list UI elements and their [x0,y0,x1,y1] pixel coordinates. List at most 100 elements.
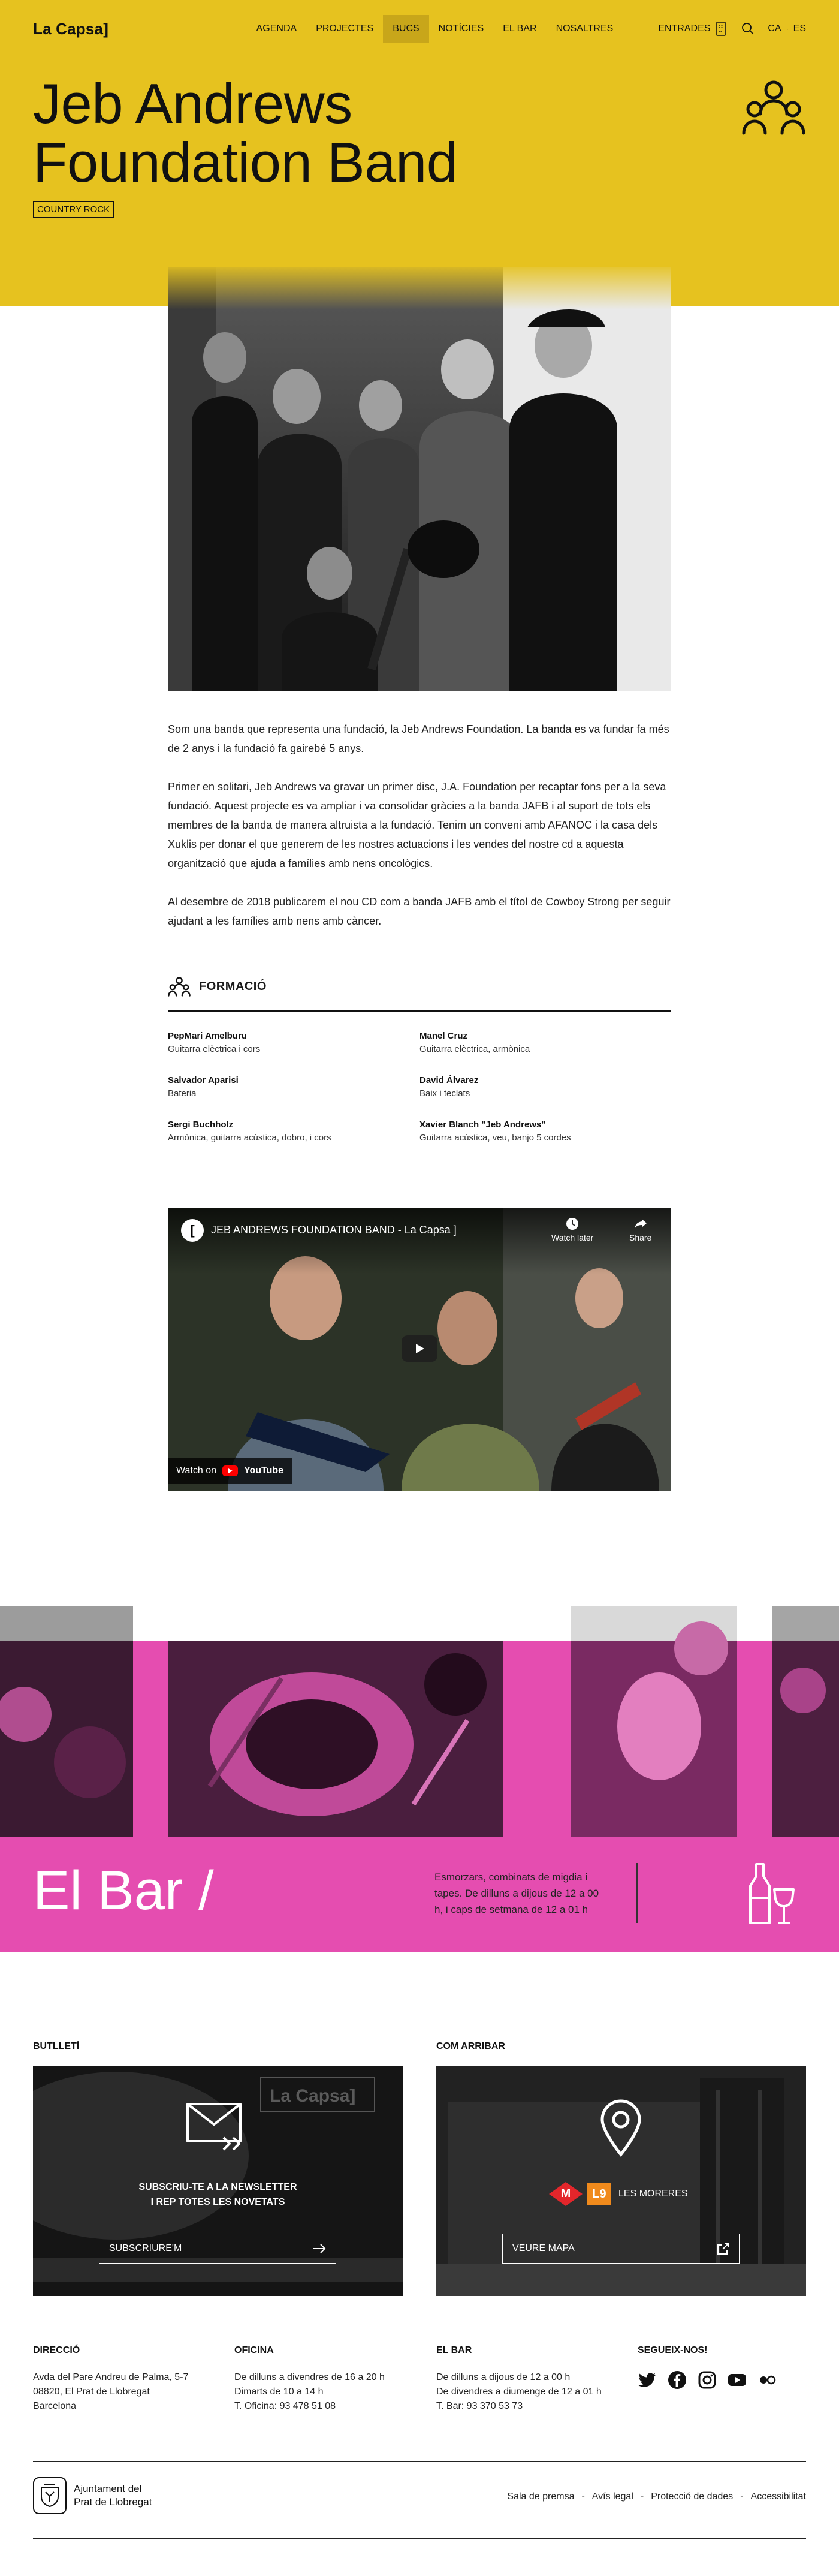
ajuntament-line-1: Ajuntament del [74,2483,142,2494]
tickets-link[interactable]: ENTRADES [650,22,734,36]
footer-bar-line[interactable]: T. Bar: 93 370 53 73 [436,2399,616,2414]
city-crest-icon [33,2477,67,2514]
nav-el-bar[interactable]: EL BAR [493,15,546,43]
member-role: Armònica, guitarra acústica, dobro, i co… [168,1133,331,1143]
member-name: Sergi Buchholz [168,1120,234,1130]
twitter-icon[interactable] [638,2370,657,2390]
search-icon[interactable] [741,22,755,35]
bar-photo-1 [0,1606,133,1837]
member-role: Guitarra elèctrica, armònica [420,1044,530,1054]
nav-bucs[interactable]: BUCS [383,15,429,43]
top-navigation: La Capsa] AGENDA PROJECTES BUCS NOTÍCIES… [0,0,839,58]
metro-icon: M [549,2182,583,2206]
el-bar-divider [636,1863,638,1923]
genre-tag[interactable]: COUNTRY ROCK [33,201,114,218]
member-item: Sergi Buchholz Armònica, guitarra acústic… [168,1118,420,1145]
footer-direccio: DIRECCIÓ Avda del Pare Andreu de Palma, … [33,2345,213,2414]
view-map-label: VEURE MAPA [512,2243,575,2253]
footer-direccio-title: DIRECCIÓ [33,2345,80,2355]
legal-link-accessibilitat[interactable]: Accessibilitat [751,2491,806,2502]
instagram-icon[interactable] [698,2370,717,2390]
footer-direccio-line: 08820, El Prat de Llobregat [33,2387,150,2397]
watch-later-label: Watch later [551,1233,594,1242]
facebook-icon[interactable] [668,2370,687,2390]
bar-image-strip [0,1606,839,1837]
legal-separator: - [740,2491,744,2502]
nav-noticies[interactable]: NOTÍCIES [429,15,494,43]
newsletter-label: BUTLLETÍ [33,2041,80,2051]
video-channel-logo[interactable]: [ [181,1219,204,1242]
member-item: David Álvarez Baix i teclats [420,1074,671,1100]
el-bar-title[interactable]: El Bar / [33,1859,214,1922]
footer-oficina: OFICINA De dilluns a divendres de 16 a 2… [234,2345,414,2414]
lang-es[interactable]: ES [793,23,806,34]
footer-oficina-line: Dimarts de 10 a 14 h [234,2387,324,2397]
main-menu: AGENDA PROJECTES BUCS NOTÍCIES EL BAR NO… [247,15,623,43]
youtube-label: YouTube [244,1465,284,1476]
member-role: Bateria [168,1088,197,1099]
nav-projectes[interactable]: PROJECTES [306,15,383,43]
social-links [638,2370,793,2390]
el-bar-banner[interactable]: El Bar / Esmorzars, combinats de migdia … [0,1837,839,1952]
ticket-icon [716,22,726,36]
flickr-icon[interactable] [757,2370,777,2390]
legal-links: Sala de premsa - Avís legal - Protecció … [507,2491,806,2502]
arrival-label: COM ARRIBAR [436,2041,505,2051]
tickets-label: ENTRADES [658,23,711,34]
legal-link-proteccio-dades[interactable]: Protecció de dades [651,2491,733,2502]
location-pin-icon [600,2099,641,2157]
youtube-video-embed[interactable]: [ JEB ANDREWS FOUNDATION BAND - La Capsa… [168,1208,671,1491]
watch-on-label: Watch on [176,1465,216,1476]
share-button[interactable]: Share [629,1217,651,1242]
group-people-icon [168,977,191,997]
lang-separator: · [786,25,789,33]
footer-bar: EL BAR De dilluns a dijous de 12 a 00 h … [436,2345,616,2414]
lang-ca[interactable]: CA [768,23,781,34]
member-role: Guitarra elèctrica i cors [168,1044,261,1054]
band-description: Som una banda que representa una fundaci… [168,720,671,950]
nav-nosaltres[interactable]: NOSALTRES [547,15,623,43]
member-name: Xavier Blanch "Jeb Andrews" [420,1120,546,1130]
clock-icon [566,1218,579,1230]
play-button[interactable] [402,1335,437,1362]
subscribe-button[interactable]: SUBSCRIURE'M [99,2234,336,2264]
video-title[interactable]: JEB ANDREWS FOUNDATION BAND - La Capsa ] [211,1224,457,1236]
footer-social-title: SEGUEIX-NOS! [638,2345,708,2355]
footer-bar-line: De dilluns a dijous de 12 a 00 h [436,2372,571,2382]
legal-link-avis-legal[interactable]: Avís legal [592,2491,633,2502]
play-icon [416,1344,424,1353]
footer-oficina-line[interactable]: T. Oficina: 93 478 51 08 [234,2399,414,2414]
youtube-icon[interactable] [728,2370,747,2390]
footer-oficina-line: De dilluns a divendres de 16 a 20 h [234,2372,385,2382]
member-name: David Álvarez [420,1075,479,1085]
member-item: PepMari Amelburu Guitarra elèctrica i cor… [168,1030,420,1056]
ajuntament-text: Ajuntament del Prat de Llobregat [74,2482,152,2509]
share-icon [634,1219,647,1229]
language-switcher: CA · ES [768,23,806,34]
footer-social: SEGUEIX-NOS! [638,2345,793,2390]
view-map-button[interactable]: VEURE MAPA [502,2234,740,2264]
legal-link-sala-premsa[interactable]: Sala de premsa [507,2491,574,2502]
newsletter-text-line-1: SUBSCRIU-TE A LA NEWSLETTER [138,2182,297,2192]
footer-direccio-line: Avda del Pare Andreu de Palma, 5-7 [33,2372,189,2382]
bottle-glass-icon [749,1863,795,1924]
bar-photo-3 [571,1606,737,1837]
watch-on-youtube-button[interactable]: Watch on YouTube [168,1458,292,1484]
metro-info: M L9 LES MORERES [549,2182,688,2206]
band-photo [168,267,671,691]
youtube-logo-icon [222,1465,238,1476]
member-item: Salvador Aparisi Bateria [168,1074,420,1100]
page-title: Jeb Andrews Foundation Band [33,74,458,192]
members-list: PepMari Amelburu Guitarra elèctrica i cor… [168,1030,671,1145]
arrival-card: M L9 LES MORERES VEURE MAPA [436,2066,806,2296]
description-paragraph-3: Al desembre de 2018 publicarem el nou CD… [168,896,671,927]
description-paragraph-1: Som una banda que representa una fundaci… [168,723,669,754]
formacio-header: FORMACIÓ [168,976,671,1012]
watch-later-button[interactable]: Watch later [551,1217,593,1242]
nav-agenda[interactable]: AGENDA [247,15,307,43]
newsletter-bg-sign: La Capsa] [270,2086,355,2106]
site-logo[interactable]: La Capsa] [33,20,108,38]
footer-bar-title: EL BAR [436,2345,472,2355]
legal-separator: - [640,2491,644,2502]
ajuntament-logo[interactable]: Ajuntament del Prat de Llobregat [33,2477,152,2514]
